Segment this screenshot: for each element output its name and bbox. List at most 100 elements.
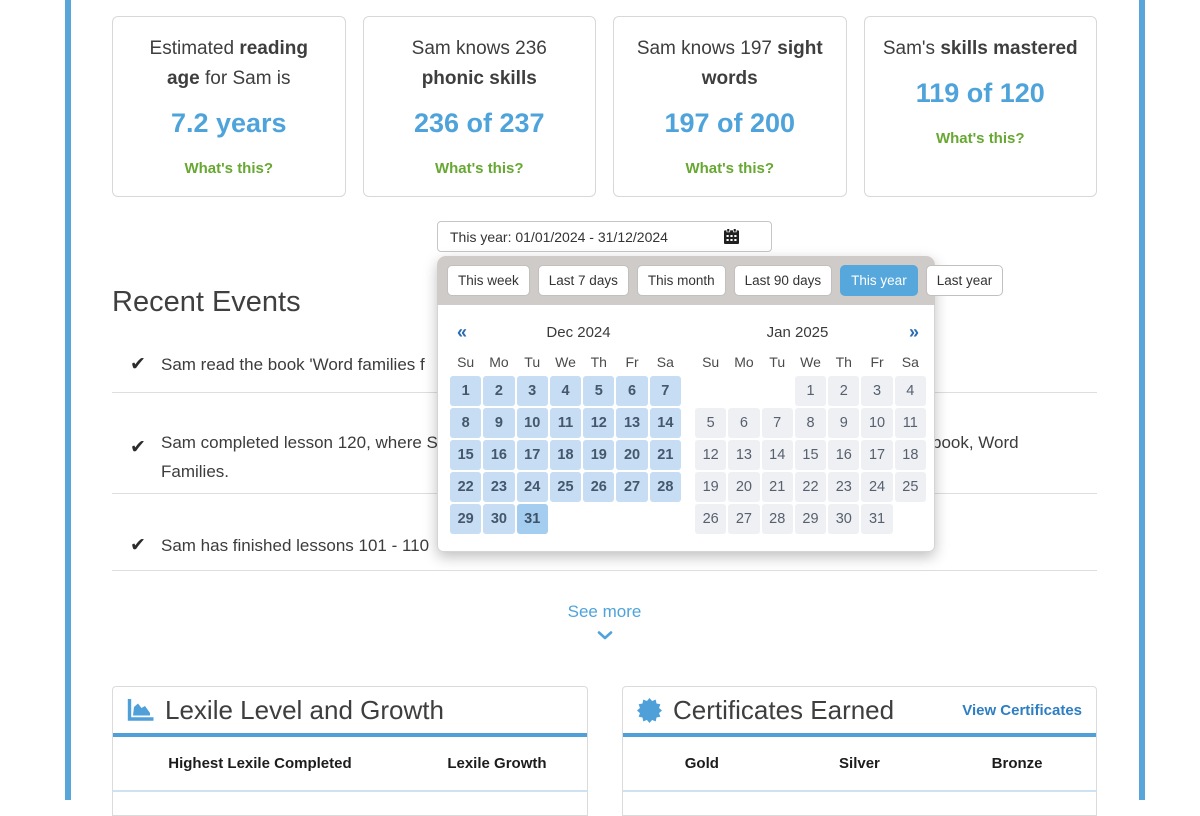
column-header: Highest Lexile Completed	[113, 755, 407, 772]
day-cell[interactable]: 16	[483, 440, 514, 470]
stat-card-title-segment: for Sam is	[200, 68, 291, 89]
day-cell[interactable]: 22	[795, 472, 826, 502]
preset-button-last-90-days[interactable]: Last 90 days	[734, 265, 833, 296]
day-cell[interactable]: 29	[450, 504, 481, 534]
preset-button-this-week[interactable]: This week	[447, 265, 530, 296]
day-cell[interactable]: 7	[762, 408, 793, 438]
preset-button-last-7-days[interactable]: Last 7 days	[538, 265, 629, 296]
calendar-month-title: Jan 2025	[694, 324, 901, 341]
day-cell[interactable]: 10	[861, 408, 892, 438]
prev-month-icon[interactable]: «	[449, 322, 475, 343]
check-icon: ✔	[130, 436, 146, 459]
day-cell[interactable]: 31	[517, 504, 548, 534]
day-cell[interactable]: 30	[483, 504, 514, 534]
day-cell[interactable]: 18	[895, 440, 926, 470]
day-cell[interactable]: 24	[861, 472, 892, 502]
day-cell[interactable]: 17	[861, 440, 892, 470]
day-cell[interactable]: 26	[695, 504, 726, 534]
day-cell[interactable]: 13	[728, 440, 759, 470]
day-cell[interactable]: 8	[450, 408, 481, 438]
day-cell[interactable]: 25	[550, 472, 581, 502]
preset-button-this-year[interactable]: This year	[840, 265, 918, 296]
day-cell[interactable]: 1	[450, 376, 481, 406]
day-cell[interactable]: 9	[828, 408, 859, 438]
day-cell[interactable]: 19	[583, 440, 614, 470]
day-cell[interactable]: 28	[650, 472, 681, 502]
day-cell[interactable]: 2	[483, 376, 514, 406]
date-range-value: This year: 01/01/2024 - 31/12/2024	[450, 229, 668, 245]
day-cell[interactable]: 17	[517, 440, 548, 470]
calendar-month: «Dec 2024SuMoTuWeThFrSa12345678910111213…	[449, 317, 682, 535]
preset-button-last-year[interactable]: Last year	[926, 265, 1004, 296]
day-cell[interactable]: 15	[795, 440, 826, 470]
certificates-panel-header: Certificates Earned View Certificates	[623, 687, 1096, 733]
day-cell[interactable]: 8	[795, 408, 826, 438]
day-cell[interactable]: 29	[795, 504, 826, 534]
day-cell[interactable]: 21	[650, 440, 681, 470]
whats-this-link[interactable]: What's this?	[113, 160, 345, 177]
next-month-icon[interactable]: »	[901, 322, 927, 343]
column-header: Silver	[781, 755, 939, 772]
day-cell[interactable]: 21	[762, 472, 793, 502]
day-cell[interactable]: 3	[861, 376, 892, 406]
stat-card-title: Sam knows 236 phonic skills	[364, 34, 596, 94]
divider	[623, 790, 1096, 792]
date-range-input[interactable]: This year: 01/01/2024 - 31/12/2024	[437, 221, 772, 252]
day-cell[interactable]: 15	[450, 440, 481, 470]
weekday-label: Fr	[860, 349, 893, 375]
day-cell[interactable]: 1	[795, 376, 826, 406]
day-cell-blank	[616, 504, 647, 534]
day-cell[interactable]: 20	[616, 440, 647, 470]
page-border-line-right	[1139, 0, 1145, 800]
day-cell[interactable]: 3	[517, 376, 548, 406]
see-more-link[interactable]: See more	[568, 602, 642, 622]
day-cell[interactable]: 11	[550, 408, 581, 438]
day-cell[interactable]: 4	[895, 376, 926, 406]
day-cell[interactable]: 13	[616, 408, 647, 438]
day-cell[interactable]: 14	[762, 440, 793, 470]
day-cell[interactable]: 30	[828, 504, 859, 534]
day-cell[interactable]: 22	[450, 472, 481, 502]
whats-this-link[interactable]: What's this?	[614, 160, 846, 177]
day-cell[interactable]: 5	[695, 408, 726, 438]
day-cell[interactable]: 27	[616, 472, 647, 502]
day-cell[interactable]: 26	[583, 472, 614, 502]
chevron-down-icon[interactable]	[597, 631, 613, 640]
preset-button-this-month[interactable]: This month	[637, 265, 726, 296]
day-cell[interactable]: 27	[728, 504, 759, 534]
day-cell[interactable]: 2	[828, 376, 859, 406]
stat-card-title-segment: Sam knows 197	[637, 38, 777, 59]
calendar-icon	[724, 229, 739, 244]
day-cell[interactable]: 5	[583, 376, 614, 406]
day-cell[interactable]: 12	[695, 440, 726, 470]
calendar-week-row: 22232425262728	[449, 471, 682, 503]
day-cell[interactable]: 23	[483, 472, 514, 502]
calendar-month-title: Dec 2024	[475, 324, 682, 341]
day-cell[interactable]: 4	[550, 376, 581, 406]
stat-card-title: Sam's skills mastered	[865, 34, 1097, 64]
day-cell[interactable]: 6	[728, 408, 759, 438]
lexile-panel-title: Lexile Level and Growth	[165, 695, 444, 726]
lexile-columns: Highest Lexile CompletedLexile Growth	[113, 737, 587, 790]
day-cell[interactable]: 19	[695, 472, 726, 502]
day-cell[interactable]: 25	[895, 472, 926, 502]
whats-this-link[interactable]: What's this?	[364, 160, 596, 177]
day-cell[interactable]: 18	[550, 440, 581, 470]
view-certificates-link[interactable]: View Certificates	[962, 702, 1082, 719]
day-cell[interactable]: 28	[762, 504, 793, 534]
day-cell[interactable]: 6	[616, 376, 647, 406]
day-cell[interactable]: 10	[517, 408, 548, 438]
day-cell[interactable]: 12	[583, 408, 614, 438]
day-cell[interactable]: 16	[828, 440, 859, 470]
certificate-badge-icon	[637, 698, 662, 723]
day-cell[interactable]: 14	[650, 408, 681, 438]
day-cell[interactable]: 31	[861, 504, 892, 534]
day-cell[interactable]: 11	[895, 408, 926, 438]
weekday-label: Sa	[649, 349, 682, 375]
whats-this-link[interactable]: What's this?	[865, 130, 1097, 147]
day-cell[interactable]: 9	[483, 408, 514, 438]
day-cell[interactable]: 23	[828, 472, 859, 502]
day-cell[interactable]: 24	[517, 472, 548, 502]
day-cell[interactable]: 7	[650, 376, 681, 406]
day-cell[interactable]: 20	[728, 472, 759, 502]
